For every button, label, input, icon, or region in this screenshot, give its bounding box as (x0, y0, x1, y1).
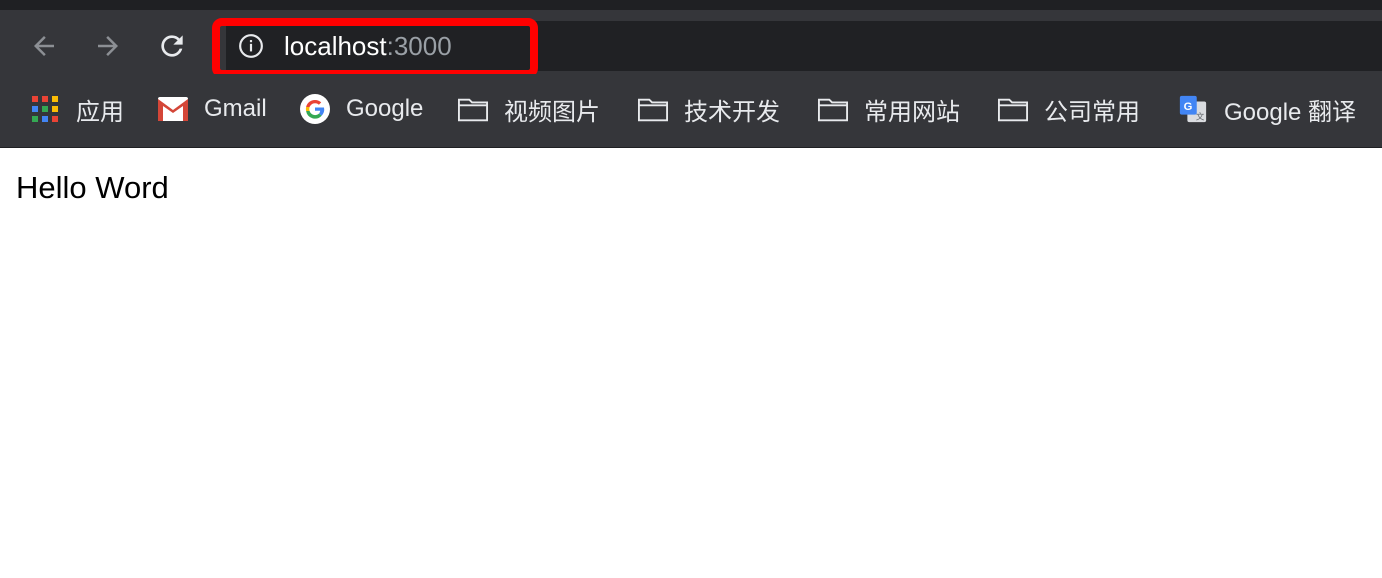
page-body-text: Hello Word (16, 170, 169, 205)
bookmark-label: 常用网站 (864, 98, 960, 126)
bookmark-google-translate[interactable]: G 文 Google 翻译 (1178, 92, 1356, 126)
arrow-left-icon (34, 36, 54, 56)
tab-strip (0, 10, 1382, 18)
arrow-right-icon (98, 36, 118, 56)
folder-icon (638, 94, 668, 124)
highlight-annotation-box (212, 18, 538, 78)
back-button[interactable] (26, 28, 62, 64)
bookmark-label: 应用 (76, 98, 124, 126)
bookmarks-bar: 应用 Gmail Google 视频图片 技术开发 常用网站 公司常用 G 文 … (0, 74, 1382, 148)
google-translate-icon: G 文 (1178, 94, 1208, 124)
bookmark-label: Google 翻译 (1224, 98, 1357, 126)
svg-text:文: 文 (1196, 111, 1205, 121)
bookmark-label: 公司常用 (1044, 98, 1140, 126)
google-icon (300, 94, 330, 124)
bookmark-folder-dev[interactable]: 技术开发 (638, 92, 780, 126)
bookmark-folder-company[interactable]: 公司常用 (998, 92, 1140, 126)
gmail-icon (158, 94, 188, 124)
bookmark-folder-videos[interactable]: 视频图片 (458, 92, 600, 126)
svg-text:G: G (1184, 101, 1193, 113)
bookmark-label: Gmail (204, 95, 267, 122)
reload-icon (161, 35, 183, 57)
browser-toolbar: localhost:3000 (0, 18, 1382, 78)
folder-icon (458, 94, 488, 124)
reload-button[interactable] (154, 28, 190, 64)
bookmark-label: 视频图片 (504, 98, 600, 126)
window-top-strip (0, 0, 1382, 10)
folder-icon (998, 94, 1028, 124)
bookmark-google[interactable]: Google (300, 92, 423, 126)
bookmark-apps[interactable]: 应用 (30, 92, 124, 126)
bookmark-label: 技术开发 (684, 98, 780, 126)
bookmark-label: Google (346, 95, 424, 122)
bookmark-folder-sites[interactable]: 常用网站 (818, 92, 960, 126)
folder-icon (818, 94, 848, 124)
forward-button[interactable] (90, 28, 126, 64)
apps-grid-icon (30, 94, 60, 124)
bookmark-gmail[interactable]: Gmail (158, 92, 267, 126)
